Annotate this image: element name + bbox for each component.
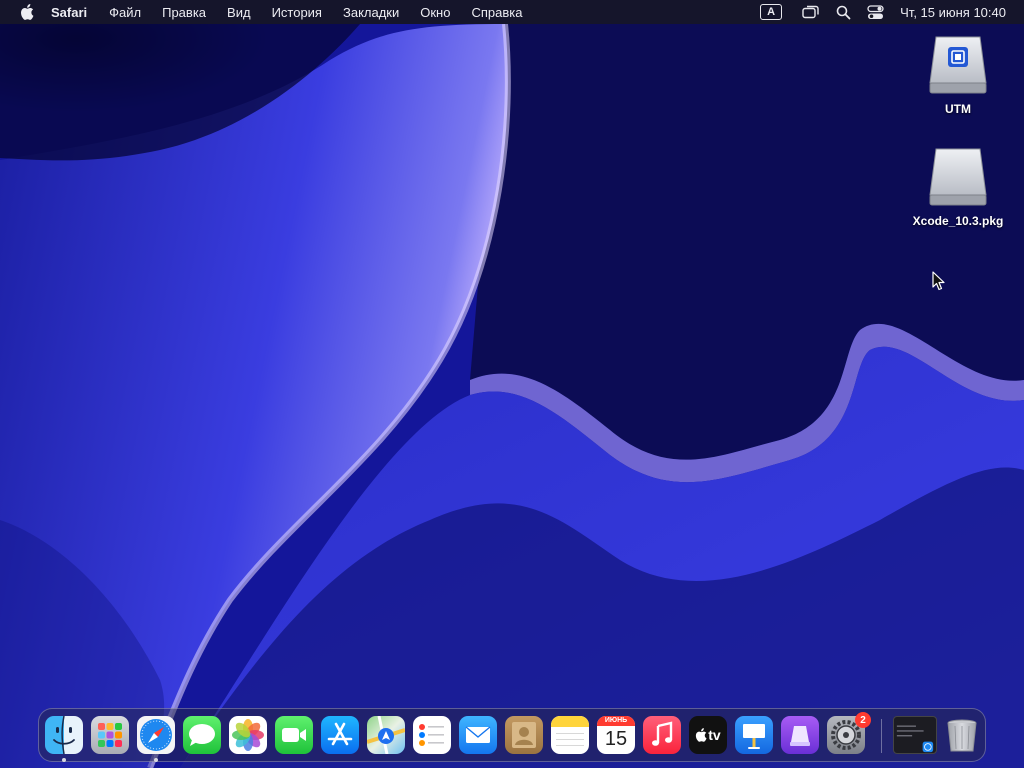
menu-bar: Safari Файл Правка Вид История Закладки …: [0, 0, 1024, 24]
launchpad-icon[interactable]: [91, 716, 129, 754]
apple-icon[interactable]: [17, 2, 37, 22]
disk-image-icon: [928, 35, 988, 97]
mail-icon[interactable]: [459, 716, 497, 754]
maps-icon[interactable]: [367, 716, 405, 754]
trash-icon[interactable]: [943, 716, 981, 754]
menu-help[interactable]: Справка: [471, 5, 522, 20]
running-indicator: [62, 758, 66, 762]
finder-icon[interactable]: [45, 716, 83, 754]
menu-edit[interactable]: Правка: [162, 5, 206, 20]
app-store-icon[interactable]: [321, 716, 359, 754]
menu-bookmarks[interactable]: Закладки: [343, 5, 399, 20]
running-indicator: [154, 758, 158, 762]
desktop-wallpaper: [0, 0, 1024, 768]
safari-icon[interactable]: [137, 716, 175, 754]
menu-app-name[interactable]: Safari: [51, 5, 87, 20]
mouse-pointer-icon: [932, 271, 946, 296]
window-thumbnail-icon[interactable]: [893, 716, 937, 754]
desktop-item-label: Xcode_10.3.pkg: [912, 214, 1004, 228]
music-icon[interactable]: [643, 716, 681, 754]
disk-image-icon: [928, 147, 988, 209]
dock: ИЮНЬ 15 tv 2: [38, 708, 986, 762]
menubar-clock[interactable]: Чт, 15 июня 10:40: [900, 5, 1006, 20]
menu-history[interactable]: История: [272, 5, 322, 20]
control-center-icon[interactable]: [867, 4, 884, 20]
dock-separator: [881, 719, 882, 753]
menu-file[interactable]: Файл: [109, 5, 141, 20]
menu-view[interactable]: Вид: [227, 5, 251, 20]
contacts-icon[interactable]: [505, 716, 543, 754]
screen-mirroring-icon[interactable]: [802, 5, 820, 19]
keynote-icon[interactable]: [735, 716, 773, 754]
notification-badge: 2: [855, 712, 871, 728]
messages-icon[interactable]: [183, 716, 221, 754]
utm-icon[interactable]: [781, 716, 819, 754]
photos-icon[interactable]: [229, 716, 267, 754]
reminders-icon[interactable]: [413, 716, 451, 754]
menu-window[interactable]: Окно: [420, 5, 450, 20]
apple-tv-label: tv: [708, 727, 721, 743]
desktop-item-xcode-pkg[interactable]: Xcode_10.3.pkg: [908, 147, 1008, 228]
desktop-item-utm[interactable]: UTM: [908, 35, 1008, 116]
calendar-icon[interactable]: ИЮНЬ 15: [597, 716, 635, 754]
notes-icon[interactable]: [551, 716, 589, 754]
calendar-month: ИЮНЬ: [597, 716, 635, 726]
calendar-day: 15: [604, 728, 628, 750]
keyboard-input-icon[interactable]: A: [760, 4, 783, 20]
spotlight-search-icon[interactable]: [836, 5, 851, 20]
facetime-icon[interactable]: [275, 716, 313, 754]
apple-tv-icon[interactable]: tv: [689, 716, 727, 754]
menubar-status-area: A Чт, 15 июня 10:40: [760, 0, 1024, 24]
desktop-item-label: UTM: [945, 102, 971, 116]
